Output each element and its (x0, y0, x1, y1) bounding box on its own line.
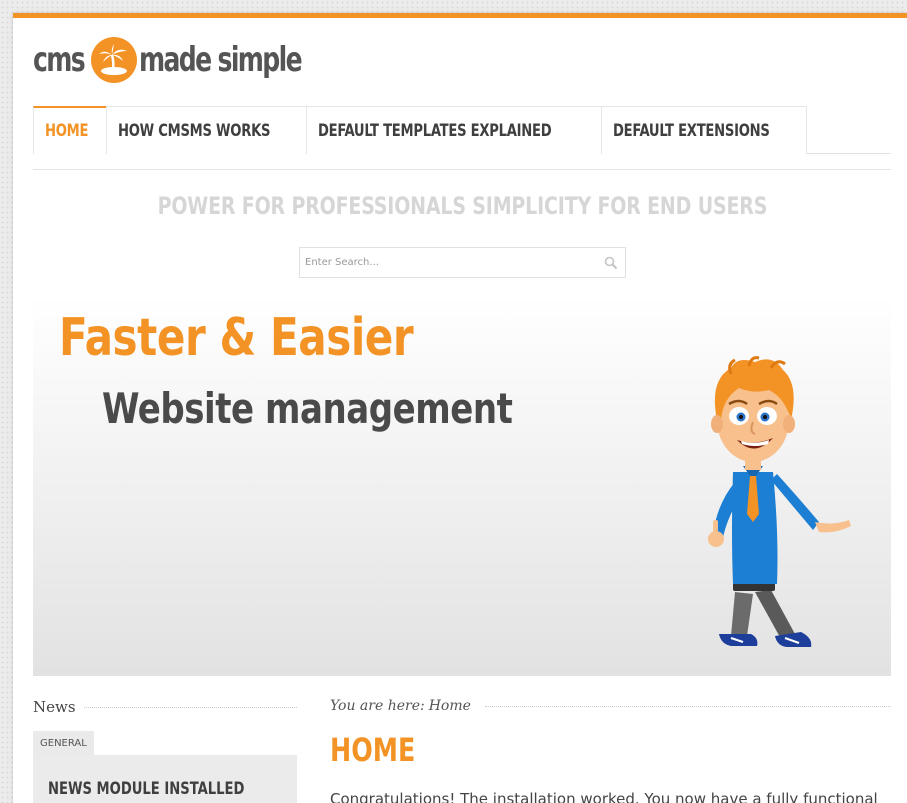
nav-item-default-extensions[interactable]: DEFAULT EXTENSIONS (600, 106, 807, 154)
nav-item-label: HOW CMSMS WORKS (118, 120, 271, 141)
page-title: HOME (330, 731, 427, 769)
breadcrumb: You are here: Home (330, 698, 891, 714)
nav-item-default-templates[interactable]: DEFAULT TEMPLATES EXPLAINED (306, 106, 602, 154)
nav-item-label: DEFAULT EXTENSIONS (612, 120, 770, 141)
news-item: NEWS MODULE INSTALLED (33, 755, 297, 803)
tagline-text: POWER FOR PROFESSIONALS SIMPLICITY FOR E… (157, 192, 767, 220)
logo-text-right: made simple (139, 40, 303, 80)
search-box (299, 247, 626, 278)
search-icon[interactable] (601, 253, 621, 273)
breadcrumb-label: You are here: (330, 698, 425, 714)
logo-text-left: cms (33, 40, 86, 80)
page-title-text: HOME (330, 731, 416, 769)
banner-headline-text: Faster & Easier (59, 308, 414, 368)
hero-banner: Faster & Easier Website management (33, 296, 891, 676)
banner-headline: Faster & Easier (59, 308, 453, 368)
nav-item-how-cmsms-works[interactable]: HOW CMSMS WORKS (106, 106, 308, 154)
news-item-title[interactable]: NEWS MODULE INSTALLED (48, 779, 276, 799)
nav-item-label: HOME (45, 121, 89, 141)
site-tagline: POWER FOR PROFESSIONALS SIMPLICITY FOR E… (33, 192, 891, 220)
header-divider (33, 169, 891, 170)
page-container: cms made simple HOME HOW CMSMS WORKS DEF… (13, 13, 907, 803)
banner-subheadline-text: Website management (102, 384, 513, 433)
cartoon-man-illustration (708, 356, 851, 647)
banner-subheadline: Website management (102, 384, 558, 433)
news-category-tab[interactable]: GENERAL (33, 731, 94, 755)
main-navigation: HOME HOW CMSMS WORKS DEFAULT TEMPLATES E… (33, 106, 891, 154)
news-category-label: GENERAL (40, 737, 87, 749)
search-input[interactable] (300, 248, 601, 277)
news-section-title: News (33, 698, 297, 716)
breadcrumb-current: Home (428, 698, 471, 714)
news-section-label: News (33, 698, 76, 716)
site-logo[interactable]: cms made simple (33, 35, 337, 85)
news-item-title-text: NEWS MODULE INSTALLED (48, 779, 245, 799)
nav-item-label: DEFAULT TEMPLATES EXPLAINED (318, 120, 552, 141)
nav-item-home[interactable]: HOME (33, 106, 108, 154)
intro-text: Congratulations! The installation worked… (330, 790, 878, 803)
palm-island-icon (91, 37, 138, 83)
